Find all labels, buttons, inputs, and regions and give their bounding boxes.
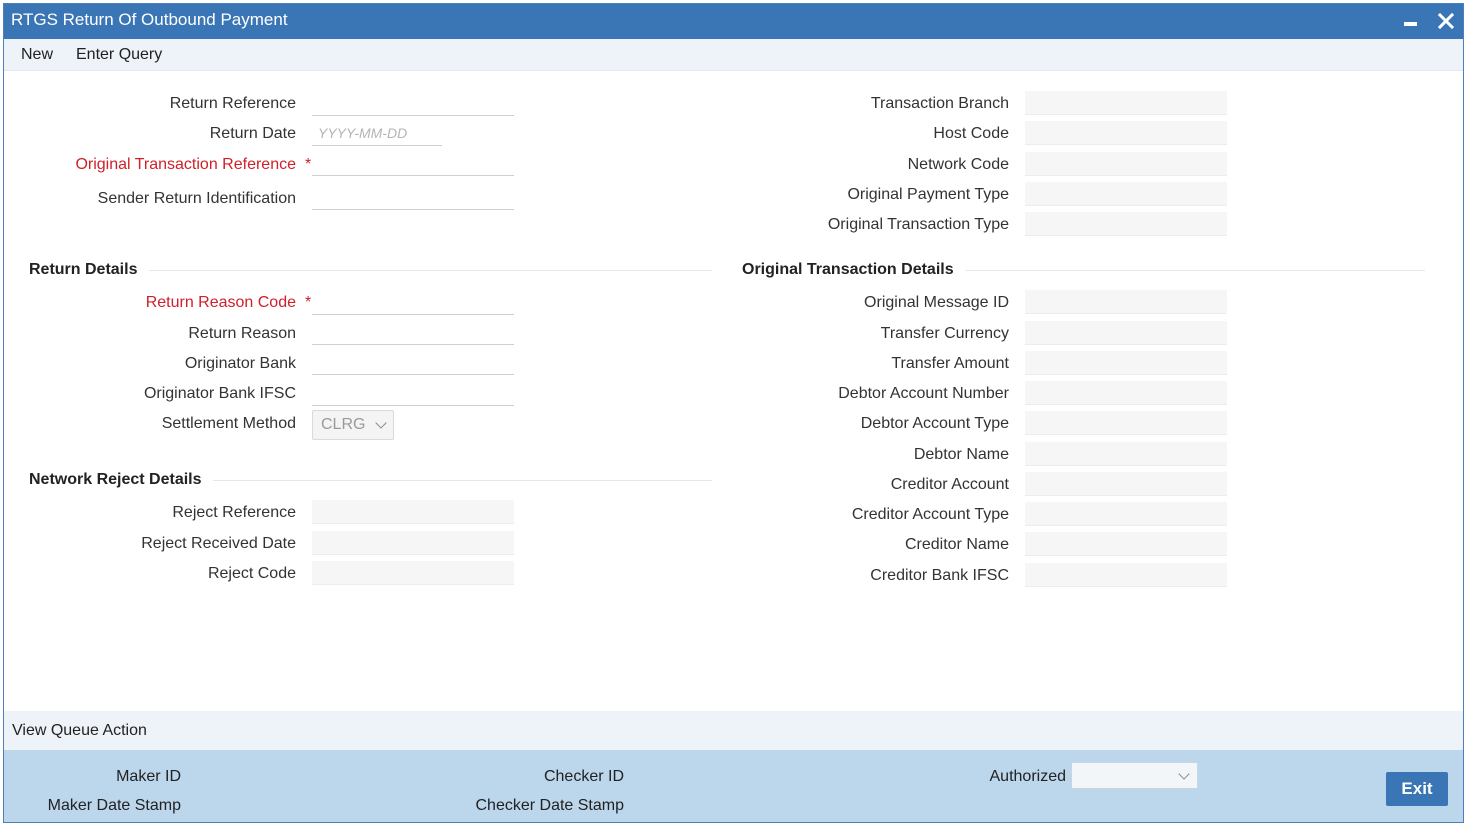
- transfer-currency-field: [1025, 321, 1227, 345]
- settlement-method-value: CLRG: [321, 416, 366, 433]
- originator-bank-label: Originator Bank: [184, 355, 296, 372]
- original-message-id-label: Original Message ID: [864, 294, 1009, 311]
- reject-received-date-field: [312, 531, 514, 555]
- transfer-amount-field: [1025, 351, 1227, 375]
- network-code-field: [1025, 152, 1227, 176]
- sender-return-identification-input[interactable]: [312, 186, 514, 210]
- chevron-down-icon: [1178, 768, 1190, 780]
- creditor-account-type-label: Creditor Account Type: [851, 506, 1009, 523]
- maker-date-stamp-label: Maker Date Stamp: [47, 797, 181, 814]
- close-icon[interactable]: [1434, 8, 1458, 34]
- return-date-label: Return Date: [209, 125, 296, 142]
- return-reason-code-label: Return Reason Code: [145, 294, 296, 311]
- return-reason-input[interactable]: [312, 321, 514, 345]
- original-transaction-type-label: Original Transaction Type: [827, 216, 1009, 233]
- creditor-name-label: Creditor Name: [904, 536, 1009, 553]
- settlement-method-label: Settlement Method: [161, 415, 296, 432]
- creditor-account-field: [1025, 472, 1227, 496]
- menu-bar: New Enter Query: [4, 39, 1463, 71]
- window-title: RTGS Return Of Outbound Payment: [11, 10, 288, 29]
- exit-button[interactable]: Exit: [1386, 772, 1448, 806]
- creditor-account-type-field: [1025, 502, 1227, 526]
- authorized-label: Authorized: [989, 768, 1067, 785]
- creditor-name-field: [1025, 532, 1227, 556]
- original-transaction-details-heading: Original Transaction Details: [742, 261, 954, 278]
- transfer-amount-label: Transfer Amount: [891, 355, 1009, 372]
- checker-date-stamp-label: Checker Date Stamp: [475, 797, 624, 814]
- reject-code-field: [312, 561, 514, 585]
- network-code-label: Network Code: [907, 156, 1009, 173]
- authorized-select[interactable]: [1071, 762, 1198, 789]
- reject-reference-field: [312, 500, 514, 524]
- debtor-account-number-label: Debtor Account Number: [838, 385, 1009, 402]
- original-payment-type-label: Original Payment Type: [847, 186, 1009, 203]
- original-message-id-field: [1025, 290, 1227, 314]
- view-queue-action-link[interactable]: View Queue Action: [12, 722, 147, 740]
- host-code-label: Host Code: [933, 125, 1009, 142]
- original-transaction-reference-input[interactable]: [312, 152, 514, 176]
- debtor-account-type-field: [1025, 411, 1227, 435]
- sender-return-identification-label: Sender Return Identification: [97, 190, 296, 207]
- settlement-method-select[interactable]: CLRG: [312, 410, 394, 440]
- debtor-account-type-label: Debtor Account Type: [860, 415, 1009, 432]
- debtor-account-number-field: [1025, 381, 1227, 405]
- minimize-icon[interactable]: [1398, 8, 1422, 34]
- return-details-divider: [149, 270, 712, 271]
- debtor-name-field: [1025, 442, 1227, 466]
- originator-bank-input[interactable]: [312, 351, 514, 375]
- return-reference-label: Return Reference: [169, 95, 296, 112]
- debtor-name-label: Debtor Name: [913, 446, 1009, 463]
- host-code-field: [1025, 121, 1227, 145]
- required-star: *: [305, 156, 312, 173]
- original-transaction-type-field: [1025, 212, 1227, 236]
- originator-bank-ifsc-label: Originator Bank IFSC: [143, 385, 296, 402]
- network-reject-details-divider: [213, 480, 712, 481]
- chevron-down-icon: [375, 417, 387, 429]
- required-star: *: [305, 294, 312, 311]
- return-details-heading: Return Details: [29, 261, 138, 278]
- reject-received-date-label: Reject Received Date: [141, 535, 296, 552]
- reject-code-label: Reject Code: [207, 565, 296, 582]
- creditor-bank-ifsc-label: Creditor Bank IFSC: [870, 567, 1009, 584]
- return-reason-label: Return Reason: [188, 325, 296, 342]
- maker-id-label: Maker ID: [116, 768, 181, 785]
- creditor-bank-ifsc-field: [1025, 563, 1227, 587]
- return-reason-code-input[interactable]: [312, 291, 514, 315]
- title-bar: RTGS Return Of Outbound Payment: [4, 4, 1463, 39]
- original-payment-type-field: [1025, 182, 1227, 206]
- reject-reference-label: Reject Reference: [172, 504, 296, 521]
- queue-action-bar: View Queue Action: [4, 711, 1463, 750]
- originator-bank-ifsc-input[interactable]: [312, 382, 514, 406]
- transfer-currency-label: Transfer Currency: [880, 325, 1009, 342]
- transaction-branch-label: Transaction Branch: [870, 95, 1009, 112]
- rtgs-return-window: RTGS Return Of Outbound Payment New Ente…: [3, 3, 1464, 823]
- audit-footer: Maker ID Maker Date Stamp Checker ID Che…: [4, 750, 1463, 822]
- return-date-input[interactable]: [312, 122, 442, 146]
- enter-query-menu-item[interactable]: Enter Query: [76, 46, 162, 64]
- original-transaction-details-divider: [966, 270, 1425, 271]
- network-reject-details-heading: Network Reject Details: [29, 471, 202, 488]
- creditor-account-label: Creditor Account: [890, 476, 1009, 493]
- return-reference-input[interactable]: [312, 92, 514, 116]
- checker-id-label: Checker ID: [543, 768, 624, 785]
- original-transaction-reference-label: Original Transaction Reference: [75, 156, 296, 173]
- new-menu-item[interactable]: New: [21, 46, 53, 64]
- transaction-branch-field: [1025, 91, 1227, 115]
